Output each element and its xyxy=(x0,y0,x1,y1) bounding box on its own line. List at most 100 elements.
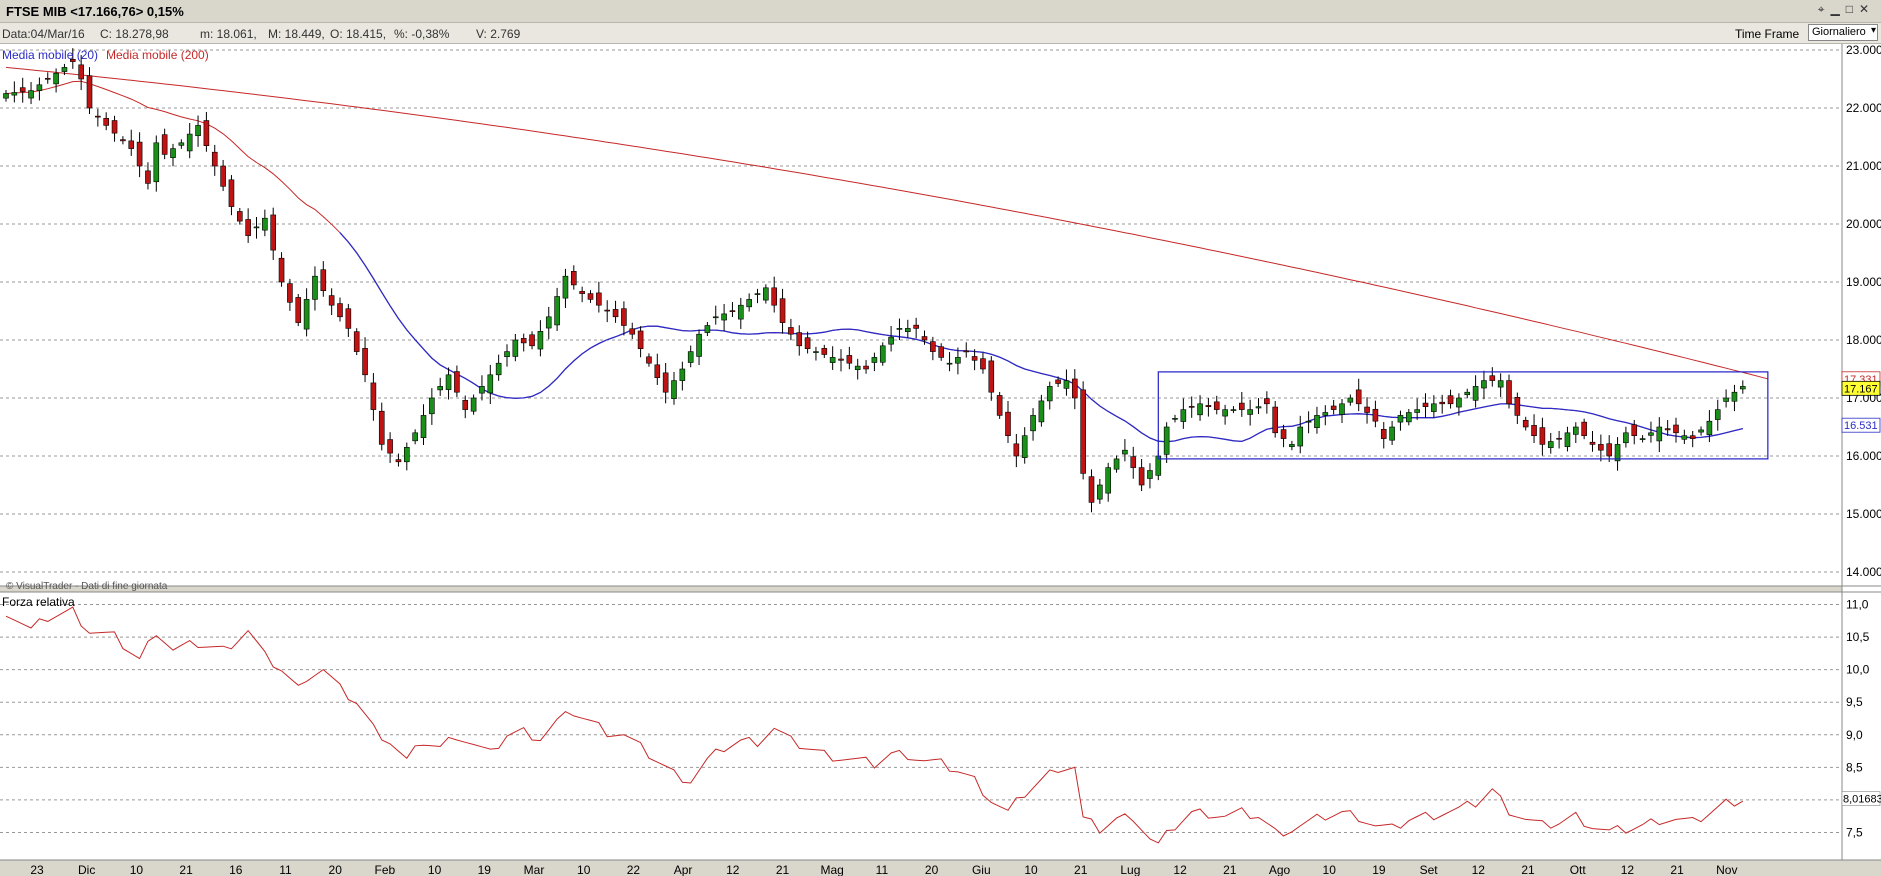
candle-body xyxy=(120,139,126,142)
candle-body xyxy=(170,148,176,158)
candle-body xyxy=(1664,428,1671,431)
timeframe-label: Time Frame xyxy=(1735,27,1800,41)
candle-body xyxy=(161,134,168,155)
candle-body xyxy=(1147,470,1153,479)
candle-body xyxy=(1197,403,1203,416)
x-tick-label: 11 xyxy=(279,863,292,876)
candle-body xyxy=(1247,409,1253,415)
candle-body xyxy=(270,214,277,251)
candle-body xyxy=(395,459,402,463)
candle-body xyxy=(1698,429,1704,433)
y-tick-label: 18.000 xyxy=(1846,333,1881,347)
x-tick-label: Lug xyxy=(1120,863,1140,876)
rsi-tick-label: 7,5 xyxy=(1846,825,1863,839)
candle-body xyxy=(186,133,193,152)
x-tick-label: Mar xyxy=(524,863,545,876)
candle-body xyxy=(403,446,410,463)
x-tick-label: 21 xyxy=(1670,863,1684,876)
candle-body xyxy=(796,332,803,347)
candle-body xyxy=(938,346,945,358)
candle xyxy=(353,328,360,356)
candle-body xyxy=(921,336,928,341)
candle-body xyxy=(1623,432,1629,444)
pin-icon[interactable]: ⌖ xyxy=(1818,2,1831,16)
candle-body xyxy=(1539,427,1546,445)
candle-body xyxy=(1205,405,1212,408)
timeframe-select[interactable]: Giornaliero ▾ xyxy=(1808,24,1878,41)
candle-body xyxy=(3,93,9,99)
x-tick-label: 12 xyxy=(1472,863,1486,876)
candle-body xyxy=(704,325,711,333)
last-price-tag: 17.167 xyxy=(1841,380,1881,396)
candle-body xyxy=(1172,417,1178,420)
candle-body xyxy=(429,397,435,415)
candle-body xyxy=(1105,467,1111,494)
info-bar: Data:04/Mar/16 C: 18.278,98 m: 18.061, M… xyxy=(0,23,1881,44)
candle-body xyxy=(320,269,327,291)
close-icon[interactable]: ✕ xyxy=(1859,2,1875,16)
candle-body xyxy=(1481,380,1487,389)
x-tick-label: 12 xyxy=(726,863,740,876)
chart-area[interactable]: 14.00015.00016.00017.00018.00019.00020.0… xyxy=(0,44,1881,876)
candle-body xyxy=(1564,432,1571,448)
candle-body xyxy=(1506,380,1512,405)
candle-body xyxy=(504,351,510,358)
candle-body xyxy=(1589,441,1596,445)
x-tick-label: Mag xyxy=(821,863,844,876)
rsi-tick-label: 11,0 xyxy=(1846,598,1869,612)
x-tick-label: Set xyxy=(1420,863,1439,876)
candle-body xyxy=(1598,444,1604,451)
candle-body xyxy=(295,297,302,323)
window-controls[interactable]: ⌖▁□✕ xyxy=(1818,2,1875,17)
candle-body xyxy=(1339,403,1345,415)
candle-body xyxy=(662,372,669,393)
candle-body xyxy=(103,118,109,126)
candle-body xyxy=(1414,409,1420,413)
x-tick-label: 22 xyxy=(627,863,641,876)
candle-body xyxy=(621,308,627,326)
candle-body xyxy=(746,299,752,308)
candle-body xyxy=(1397,415,1404,423)
x-tick-label: Feb xyxy=(375,863,396,876)
minimize-icon[interactable]: ▁ xyxy=(1830,2,1845,16)
rsi-tick-label: 10,5 xyxy=(1846,630,1870,644)
candle-body xyxy=(1656,426,1663,442)
candle-body xyxy=(763,287,769,301)
candle-body xyxy=(1740,386,1746,390)
candle-body xyxy=(36,84,43,91)
candle-body xyxy=(1330,405,1337,410)
candle-body xyxy=(420,415,427,438)
candle-body xyxy=(495,362,502,376)
app-window: FTSE MIB <17.166,76> 0,15% ⌖▁□✕ Data:04/… xyxy=(0,0,1881,876)
candle-body xyxy=(387,439,393,454)
candle xyxy=(1080,381,1086,480)
x-tick-label: Ago xyxy=(1269,863,1291,876)
last-price-tag-text: 17.167 xyxy=(1844,383,1878,395)
candle-body xyxy=(554,296,560,326)
maximize-icon[interactable]: □ xyxy=(1846,2,1859,16)
candle-body xyxy=(11,92,18,96)
candle-body xyxy=(679,368,686,381)
candle-body xyxy=(312,275,318,300)
x-tick-label: Giu xyxy=(972,863,991,876)
candle-body xyxy=(587,293,594,300)
rsi-tick-label: 9,0 xyxy=(1846,728,1863,742)
chevron-down-icon[interactable]: ▾ xyxy=(1871,25,1876,36)
candle-body xyxy=(370,382,377,410)
candle-body xyxy=(228,179,235,207)
candle-body xyxy=(1046,386,1053,402)
x-tick-label: 21 xyxy=(1223,863,1237,876)
candle-body xyxy=(1347,397,1354,403)
candle-body xyxy=(1264,398,1270,405)
x-tick-label: 19 xyxy=(478,863,492,876)
price-panel xyxy=(0,44,1842,586)
x-tick-label: 10 xyxy=(130,863,144,876)
ma20-price-tag: 16.531 xyxy=(1841,417,1881,433)
y-tick-label: 20.000 xyxy=(1846,217,1881,231)
candle-body xyxy=(829,357,836,363)
candle-body xyxy=(178,142,185,146)
candle-body xyxy=(1648,432,1654,436)
info-min: m: 18.061, xyxy=(200,27,257,41)
candle-body xyxy=(1372,408,1379,422)
rsi-value-tag: 8,01683 xyxy=(1841,791,1881,806)
